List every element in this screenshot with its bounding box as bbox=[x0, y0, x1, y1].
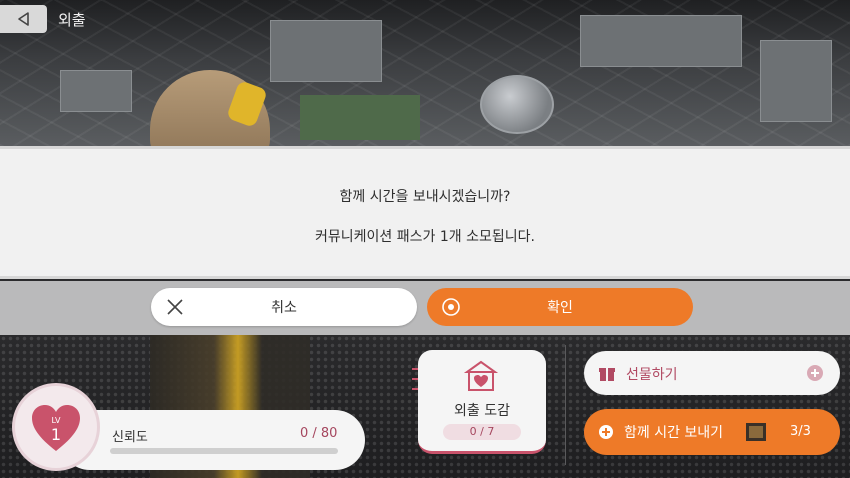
gift-icon bbox=[599, 368, 615, 381]
building bbox=[60, 70, 132, 112]
back-icon bbox=[17, 12, 29, 26]
park bbox=[300, 95, 420, 140]
pass-item-icon bbox=[746, 423, 766, 441]
page-title: 외출 bbox=[58, 11, 86, 29]
building bbox=[760, 40, 832, 122]
confirm-label: 확인 bbox=[547, 300, 573, 316]
album-label: 외출 도감 bbox=[454, 403, 510, 419]
plus-circle-icon bbox=[599, 425, 613, 439]
gift-label: 선물하기 bbox=[626, 367, 678, 383]
confirm-dialog: 함께 시간을 보내시겠습니까? 커뮤니케이션 패스가 1개 소모됩니다. bbox=[0, 146, 850, 279]
spend-time-label: 함께 시간 보내기 bbox=[624, 425, 724, 441]
back-button[interactable] bbox=[0, 5, 47, 33]
dialog-button-bar bbox=[0, 281, 850, 335]
dome-building bbox=[480, 75, 554, 134]
level-number: 1 bbox=[50, 425, 62, 444]
trust-progress-track bbox=[110, 448, 338, 454]
cancel-label: 취소 bbox=[271, 300, 297, 316]
city-background bbox=[0, 0, 850, 146]
spend-time-count: 3/3 bbox=[790, 424, 811, 439]
level-label: LV bbox=[51, 416, 61, 425]
trust-value: 0 / 80 bbox=[300, 426, 338, 441]
plus-circle-icon bbox=[807, 365, 823, 381]
dialog-question: 함께 시간을 보내시겠습니까? bbox=[339, 189, 511, 205]
cancel-button[interactable]: 취소 bbox=[151, 288, 417, 326]
dialog-cost-notice: 커뮤니케이션 패스가 1개 소모됩니다. bbox=[315, 229, 535, 245]
confirm-button[interactable]: 확인 bbox=[427, 288, 693, 326]
tent-heart-icon bbox=[463, 360, 499, 391]
trust-label: 신뢰도 bbox=[112, 430, 148, 445]
building bbox=[270, 20, 382, 82]
divider bbox=[565, 345, 566, 465]
gift-button[interactable] bbox=[584, 351, 840, 395]
building bbox=[580, 15, 742, 67]
album-count: 0 / 7 bbox=[443, 424, 521, 440]
